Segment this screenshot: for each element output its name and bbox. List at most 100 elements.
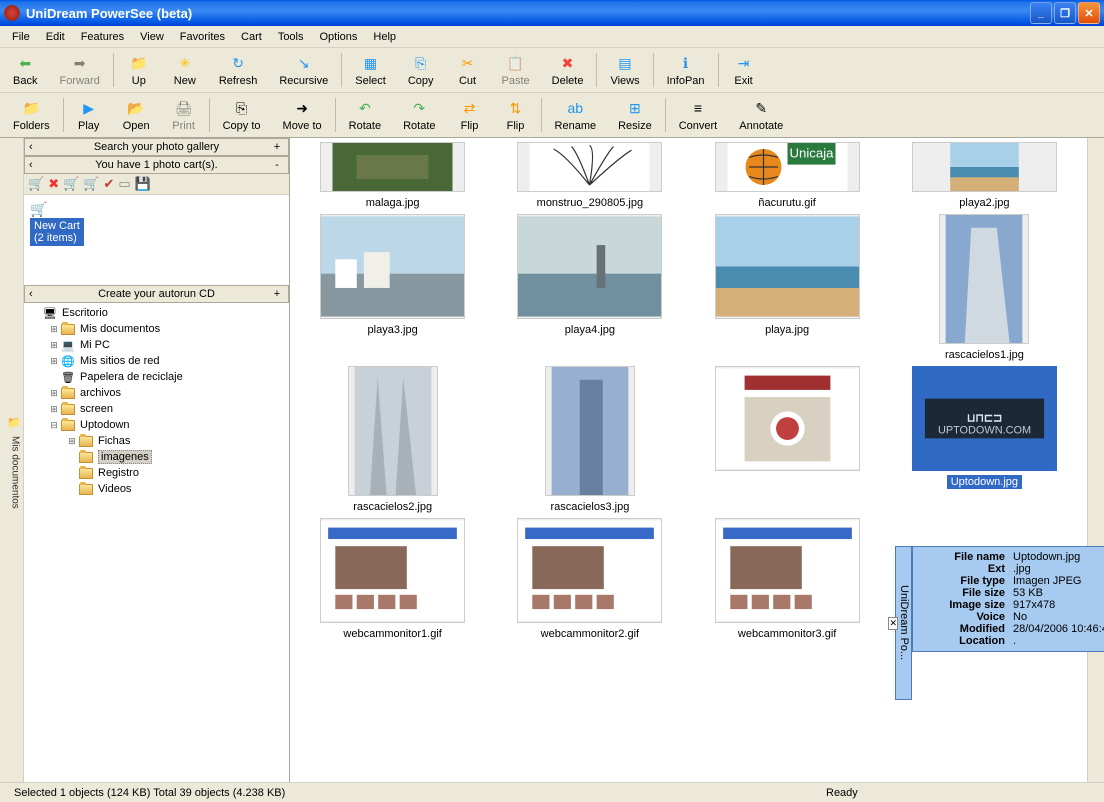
search-panel-header[interactable]: ‹ Search your photo gallery + [24,138,289,156]
cut-button[interactable]: ✂Cut [445,50,491,90]
minimize-button[interactable]: _ [1030,2,1052,24]
rename-button[interactable]: abRename [544,95,608,135]
thumbnail-stadium[interactable] [697,366,877,514]
tree-node-mis-documentos[interactable]: ⊞Mis documentos [26,321,287,337]
convert-icon: ≡ [688,98,708,118]
play-icon: ▶ [79,98,99,118]
convert-button[interactable]: ≡Convert [668,95,729,135]
cut-icon: ✂ [458,53,478,73]
menu-edit[interactable]: Edit [38,29,73,45]
up-button[interactable]: 📁Up [116,50,162,90]
menu-tools[interactable]: Tools [270,29,312,45]
cart-item-selected[interactable]: New Cart(2 items) [30,218,84,246]
menu-features[interactable]: Features [73,29,132,45]
thumbnail-playa-jpg[interactable]: playa.jpg [697,214,877,362]
close-icon[interactable]: ✕ [888,617,898,630]
print-button: 🖨Print [161,95,207,135]
tree-node-mis-sitios-de-red[interactable]: ⊞🌐Mis sitios de red [26,353,287,369]
autorun-panel-header[interactable]: ‹ Create your autorun CD + [24,285,289,303]
thumbnail-monstruo_290805-jpg[interactable]: monstruo_290805.jpg [500,142,680,210]
delete-button[interactable]: ✖Delete [541,50,595,90]
tree-node-registro[interactable]: Registro [26,465,287,481]
open-button[interactable]: 📂Open [112,95,161,135]
thumbnail-filename: playa2.jpg [955,196,1013,210]
cart-count-header[interactable]: ‹ You have 1 photo cart(s). - [24,156,289,174]
tree-node-mi-pc[interactable]: ⊞💻Mi PC [26,337,287,353]
info-row-location: Location. [921,635,1104,647]
thumbnail-playa3-jpg[interactable]: playa3.jpg [303,214,483,362]
info-row-file-type: File typeImagen JPEG [921,575,1104,587]
thumbnail-Uptodown-jpg[interactable]: ⊔⊓⊏⊐UPTODOWN.COMUptodown.jpg [894,366,1074,514]
annotate-button[interactable]: ✎Annotate [728,95,794,135]
tree-node-escritorio[interactable]: 🖥Escritorio [26,305,287,321]
thumbnail-filename: Uptodown.jpg [947,475,1022,489]
cart-toolbar: 🛒 ✖ 🛒 🛒 ✔ ▭ 💾 [24,174,289,195]
recursive-button[interactable]: ↘Recursive [268,50,339,90]
expand-icon[interactable]: + [270,141,284,153]
thumbnail-filename: rascacielos1.jpg [941,348,1028,362]
thumbnail-rascacielos1-jpg[interactable]: rascacielos1.jpg [894,214,1074,362]
thumbnail-playa2-jpg[interactable]: playa2.jpg [894,142,1074,210]
menu-file[interactable]: File [4,29,38,45]
tree-node-screen[interactable]: ⊞screen [26,401,287,417]
exit-button[interactable]: ⇥Exit [721,50,767,90]
tree-node-fichas[interactable]: ⊞Fichas [26,433,287,449]
thumbnail-malaga-jpg[interactable]: malaga.jpg [303,142,483,210]
rotate-button[interactable]: ↶Rotate [338,95,392,135]
play-button[interactable]: ▶Play [66,95,112,135]
cart-add-icon[interactable]: 🛒 [63,176,79,192]
flip-button[interactable]: ⇄Flip [447,95,493,135]
refresh-icon: ↻ [228,53,248,73]
cart-remove-icon[interactable]: 🛒 [83,176,99,192]
cart-check-icon[interactable]: ✔ [103,176,114,192]
move-to-button[interactable]: ➜Move to [272,95,333,135]
tree-node-videos[interactable]: Videos [26,481,287,497]
thumbnail-rascacielos2-jpg[interactable]: rascacielos2.jpg [303,366,483,514]
thumbnail-filename: rascacielos2.jpg [349,500,436,514]
thumbnail-webcammonitor2-gif[interactable]: webcammonitor2.gif [500,518,680,641]
select-button[interactable]: ▦Select [344,50,397,90]
cart-save-icon[interactable]: 💾 [135,176,151,192]
recursive-icon: ↘ [294,53,314,73]
flip-icon: ⇅ [506,98,526,118]
resize-button[interactable]: ⊞Resize [607,95,663,135]
menu-view[interactable]: View [132,29,172,45]
flip-icon: ⇄ [460,98,480,118]
expand-icon[interactable]: + [270,288,284,300]
scrollbar[interactable] [1087,138,1104,782]
cart-new-icon[interactable]: 🛒 [28,176,44,192]
views-button[interactable]: ▤Views [599,50,650,90]
rotate-button[interactable]: ↷Rotate [392,95,446,135]
back-button[interactable]: ⬅Back [2,50,48,90]
shortcut-misdocumentos[interactable]: 📁Mis documentos [7,416,23,509]
thumbnail-webcammonitor3-gif[interactable]: webcammonitor3.gif [697,518,877,641]
copy-button[interactable]: ⎘Copy [397,50,445,90]
tree-node-imagenes[interactable]: imagenes [26,449,287,465]
menu-favorites[interactable]: Favorites [172,29,233,45]
menu-help[interactable]: Help [365,29,404,45]
collapse-icon[interactable]: - [270,159,284,171]
thumbnail-ñacurutu-gif[interactable]: Unicajañacurutu.gif [697,142,877,210]
copy-to-button[interactable]: ⎘Copy to [212,95,272,135]
menu-options[interactable]: Options [312,29,366,45]
new-button[interactable]: ✳New [162,50,208,90]
cart-view-icon[interactable]: ▭ [118,176,130,192]
cart-delete-icon[interactable]: ✖ [48,176,59,192]
delete-icon: ✖ [558,53,578,73]
close-button[interactable]: ✕ [1078,2,1100,24]
thumbnail-rascacielos3-jpg[interactable]: rascacielos3.jpg [500,366,680,514]
folders-button[interactable]: 📁Folders [2,95,61,135]
thumbnail-webcammonitor1-gif[interactable]: webcammonitor1.gif [303,518,483,641]
rotate-icon: ↶ [355,98,375,118]
info-panel-tab[interactable]: UniDream Po... ✕ [895,546,912,700]
infopan-button[interactable]: ℹInfoPan [656,50,716,90]
tree-node-papelera-de-reciclaje[interactable]: 🗑Papelera de reciclaje [26,369,287,385]
refresh-button[interactable]: ↻Refresh [208,50,269,90]
maximize-button[interactable]: ❐ [1054,2,1076,24]
flip-button[interactable]: ⇅Flip [493,95,539,135]
tree-node-uptodown[interactable]: ⊟Uptodown [26,417,287,433]
annotate-icon: ✎ [751,98,771,118]
menu-cart[interactable]: Cart [233,29,270,45]
thumbnail-playa4-jpg[interactable]: playa4.jpg [500,214,680,362]
tree-node-archivos[interactable]: ⊞archivos [26,385,287,401]
